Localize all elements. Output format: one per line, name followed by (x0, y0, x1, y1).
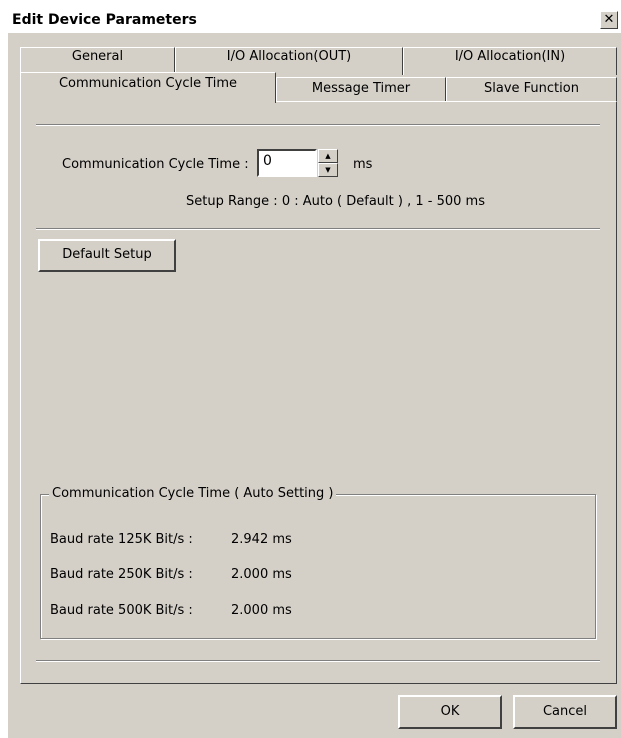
tab-slave-function[interactable]: Slave Function (446, 77, 617, 102)
tab-message-timer[interactable]: Message Timer (276, 77, 446, 102)
spin-up-button[interactable]: ▲ (318, 149, 338, 163)
tab-communication-cycle-time-label: Communication Cycle Time (58, 76, 238, 91)
baud-125k-label: Baud rate 125K Bit/s : (50, 532, 193, 547)
tab-message-timer-label: Message Timer (311, 81, 411, 96)
baud-500k-label: Baud rate 500K Bit/s : (50, 603, 193, 618)
cycle-time-label: Communication Cycle Time : (62, 157, 249, 172)
cancel-label: Cancel (542, 704, 588, 719)
tab-io-allocation-out-label: I/O Allocation(OUT) (226, 49, 352, 64)
baud-125k-value: 2.942 ms (231, 532, 292, 547)
setup-range-text: Setup Range : 0 : Auto ( Default ) , 1 -… (186, 194, 485, 209)
auto-setting-group-title: Communication Cycle Time ( Auto Setting … (49, 486, 337, 501)
arrow-down-icon: ▼ (325, 166, 331, 174)
separator-middle (36, 228, 600, 230)
cycle-time-unit: ms (353, 157, 373, 172)
tab-general-label: General (71, 49, 124, 64)
baud-500k-value: 2.000 ms (231, 603, 292, 618)
window-title: Edit Device Parameters (12, 12, 197, 28)
separator-top (36, 124, 600, 126)
close-icon: ✕ (603, 12, 615, 27)
close-button[interactable]: ✕ (600, 11, 618, 29)
baud-250k-value: 2.000 ms (231, 567, 292, 582)
separator-bottom (36, 660, 600, 662)
cancel-button[interactable]: Cancel (513, 695, 617, 729)
default-setup-button[interactable]: Default Setup (38, 239, 176, 272)
default-setup-label: Default Setup (62, 247, 152, 262)
tab-io-allocation-in-label: I/O Allocation(IN) (454, 49, 566, 64)
tab-slave-function-label: Slave Function (484, 81, 579, 96)
tab-io-allocation-in[interactable]: I/O Allocation(IN) (403, 47, 617, 75)
ok-button[interactable]: OK (398, 695, 502, 729)
edit-device-parameters-dialog: Edit Device Parameters ✕ General I/O All… (8, 8, 621, 738)
baud-250k-label: Baud rate 250K Bit/s : (50, 567, 193, 582)
arrow-up-icon: ▲ (325, 152, 331, 160)
tab-general[interactable]: General (20, 47, 175, 75)
auto-setting-group: Communication Cycle Time ( Auto Setting … (40, 486, 596, 639)
cycle-time-input[interactable]: 0 (257, 149, 317, 177)
tab-io-allocation-out[interactable]: I/O Allocation(OUT) (175, 47, 403, 75)
title-bar: Edit Device Parameters ✕ (8, 8, 621, 33)
tab-communication-cycle-time[interactable]: Communication Cycle Time (20, 72, 276, 103)
cycle-time-spinner: 0 ▲ ▼ (257, 149, 339, 177)
spin-down-button[interactable]: ▼ (318, 163, 338, 177)
ok-label: OK (440, 704, 460, 719)
